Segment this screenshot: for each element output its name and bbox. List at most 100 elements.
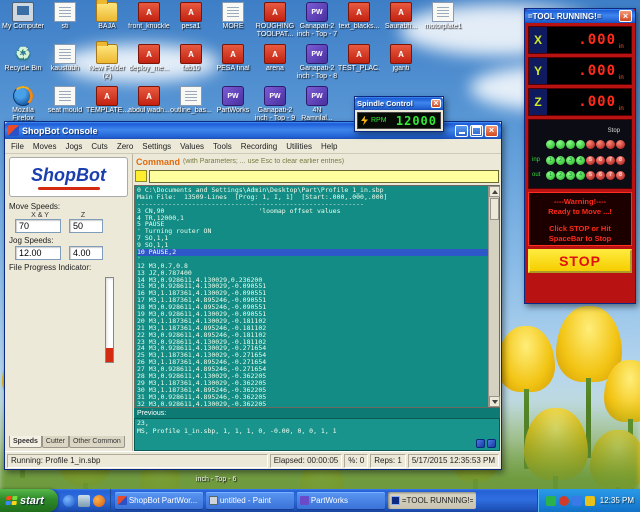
command-marker-button[interactable] bbox=[135, 170, 147, 182]
desktop-icon[interactable]: Mozilla Firefox bbox=[2, 86, 44, 123]
desktop-icon[interactable]: New Folder (2) bbox=[86, 41, 128, 81]
maximize-icon[interactable] bbox=[470, 124, 483, 137]
pw-icon: PW bbox=[222, 86, 244, 106]
desktop-icon[interactable]: motorplate1 bbox=[422, 2, 464, 39]
menu-settings[interactable]: Settings bbox=[138, 141, 175, 152]
quick-launch-firefox-icon[interactable] bbox=[92, 494, 105, 507]
jog-speed-z-field[interactable]: 4.00 bbox=[69, 246, 103, 260]
desktop-icon[interactable]: Atext_blacks... bbox=[338, 2, 380, 39]
taskbar-button[interactable]: ShopBot PartWor... bbox=[114, 492, 203, 509]
shopbot-logo: ShopBot bbox=[9, 157, 128, 197]
desktop-icon[interactable]: Apesa1 bbox=[170, 2, 212, 39]
menu-recording[interactable]: Recording bbox=[237, 141, 281, 152]
tab-cutter[interactable]: Cutter bbox=[41, 436, 69, 448]
axis-value: .000 bbox=[578, 32, 616, 48]
desktop-icon[interactable]: Adeploy_me... bbox=[128, 44, 170, 81]
menu-file[interactable]: File bbox=[7, 141, 28, 152]
desktop-icon[interactable]: Aarena bbox=[254, 44, 296, 81]
tray-volume-icon[interactable] bbox=[584, 495, 595, 506]
desktop-icon[interactable]: My Computer bbox=[2, 2, 44, 39]
computer-icon bbox=[12, 2, 34, 22]
task-button-area: ShopBot PartWor... untitled - Paint PartWo… bbox=[111, 489, 537, 512]
menu-values[interactable]: Values bbox=[176, 141, 208, 152]
desktop-icon[interactable]: BAJA bbox=[86, 0, 128, 39]
tray-antivirus-icon[interactable] bbox=[545, 495, 556, 506]
console-line: 18 M3,0.928611,4.895246,-0.090551 bbox=[137, 304, 267, 312]
media-icon[interactable] bbox=[476, 439, 485, 448]
tray-network-icon[interactable] bbox=[571, 495, 582, 506]
desktop-icon[interactable]: outline_bas... bbox=[170, 86, 212, 123]
move-speed-z-field[interactable]: 50 bbox=[69, 219, 103, 233]
desktop-icon[interactable]: PW Ganapati-2 inch - Top - 9 bbox=[254, 86, 296, 123]
scroll-down-icon[interactable] bbox=[488, 396, 500, 407]
desktop-icon[interactable]: kaustubh bbox=[44, 44, 86, 81]
clock: 12:35 PM bbox=[599, 496, 634, 505]
taskbar-button[interactable]: PartWorks bbox=[296, 492, 385, 509]
system-tray: 12:35 PM bbox=[536, 489, 640, 512]
menu-zero[interactable]: Zero bbox=[113, 141, 137, 152]
desktop-icon-label: arena bbox=[266, 65, 284, 72]
quick-launch-ie-icon[interactable] bbox=[62, 494, 75, 507]
command-input[interactable] bbox=[149, 169, 499, 183]
control-panel: ShopBot Move Speeds: X & Y Z 70 50 Jog S… bbox=[5, 154, 133, 451]
spindle-titlebar[interactable]: Spindle Control bbox=[355, 97, 443, 110]
desktop-icon[interactable]: Afab10 bbox=[170, 44, 212, 81]
tab-other-common[interactable]: Other Common bbox=[68, 436, 125, 448]
console-line: 15 M3,0.928611,4.130029,-0.090551 bbox=[137, 283, 267, 291]
desktop-icon[interactable]: ♻ Recycle Bin bbox=[2, 44, 44, 81]
quick-launch-desktop-icon[interactable] bbox=[77, 494, 90, 507]
desktop-icon[interactable]: sti bbox=[44, 2, 86, 39]
menu-utilities[interactable]: Utilities bbox=[282, 141, 316, 152]
desktop-icon[interactable]: A Saurabh... bbox=[380, 2, 422, 39]
taskbar-button[interactable]: =TOOL RUNNING!= bbox=[387, 492, 476, 509]
close-icon[interactable] bbox=[485, 124, 498, 137]
media-icon[interactable] bbox=[487, 439, 496, 448]
menu-moves[interactable]: Moves bbox=[29, 141, 61, 152]
console-line: 21 M3,1.187361,4.895246,-0.181102 bbox=[137, 324, 267, 332]
tab-speeds[interactable]: Speeds bbox=[9, 436, 42, 448]
minimize-icon[interactable] bbox=[455, 124, 468, 137]
desktop-icon[interactable]: PW Ganapati-2 inch - Top - 7 bbox=[296, 2, 338, 39]
desktop-icon[interactable]: PW PartWorks bbox=[212, 86, 254, 123]
close-icon[interactable] bbox=[619, 10, 632, 22]
desktop-icon[interactable]: Ajganti bbox=[380, 44, 422, 81]
pw-icon: PW bbox=[306, 86, 328, 106]
menu-cuts[interactable]: Cuts bbox=[87, 141, 111, 152]
menu-help[interactable]: Help bbox=[317, 141, 341, 152]
desktop-icon[interactable]: PW Ganapati-2 inch - Top - 8 bbox=[296, 44, 338, 81]
doc-icon bbox=[54, 2, 76, 22]
desktop-icon-label: text_blacks... bbox=[338, 23, 380, 30]
desktop-icon[interactable]: Aabdul wadh... bbox=[128, 86, 170, 123]
move-speed-xy-field[interactable]: 70 bbox=[15, 219, 61, 233]
desktop-icon[interactable]: MORE bbox=[212, 2, 254, 39]
stop-button[interactable]: STOP bbox=[528, 249, 632, 273]
desktop-icon-label: BAJA bbox=[98, 23, 116, 30]
taskbar-button[interactable]: untitled - Paint bbox=[205, 492, 294, 509]
console-scrollbar[interactable] bbox=[488, 186, 500, 407]
close-icon[interactable] bbox=[431, 99, 441, 108]
desktop-icon-label: Saurabh... bbox=[384, 23, 418, 30]
taskbar-button-label: =TOOL RUNNING!= bbox=[401, 496, 473, 505]
desktop-icon[interactable]: A PESA final bbox=[212, 44, 254, 81]
io-led: 4 bbox=[576, 155, 585, 165]
gcode-console[interactable]: 0 C:\Documents and Settings\Admin\Deskto… bbox=[135, 186, 488, 407]
tool-running-titlebar[interactable]: =TOOL RUNNING!= bbox=[525, 9, 635, 23]
file-progress-label: File Progress Indicator: bbox=[9, 263, 92, 272]
console-line: 23 M3,0.928611,4.130029,-0.181102 bbox=[137, 338, 267, 346]
scroll-up-icon[interactable] bbox=[488, 186, 500, 197]
tray-status-icon[interactable] bbox=[558, 495, 569, 506]
desktop-icon[interactable]: A TEMPLATE... bbox=[86, 86, 128, 123]
console-line: 22 M3,0.928611,4.895246,-0.181102 bbox=[137, 331, 267, 339]
menu-jogs[interactable]: Jogs bbox=[61, 141, 86, 152]
desktop-icon[interactable]: A ROUGHING TOOLPAT... bbox=[254, 2, 296, 39]
jog-speed-xy-field[interactable]: 12.00 bbox=[15, 246, 61, 260]
start-button[interactable]: start bbox=[0, 489, 58, 512]
console-line: 10 PAUSE,2 bbox=[137, 249, 488, 256]
desktop-icon[interactable]: PW 4N Ramnlal... bbox=[296, 86, 338, 123]
desktop-icon[interactable]: Afront_knuckle bbox=[128, 2, 170, 39]
scroll-thumb[interactable] bbox=[489, 198, 499, 220]
axis-readout: X .000 in bbox=[528, 26, 632, 54]
desktop-icon[interactable]: A TEST_PLAC... bbox=[338, 44, 380, 81]
menu-tools[interactable]: Tools bbox=[209, 141, 236, 152]
desktop-icon[interactable]: seat mould bbox=[44, 86, 86, 123]
